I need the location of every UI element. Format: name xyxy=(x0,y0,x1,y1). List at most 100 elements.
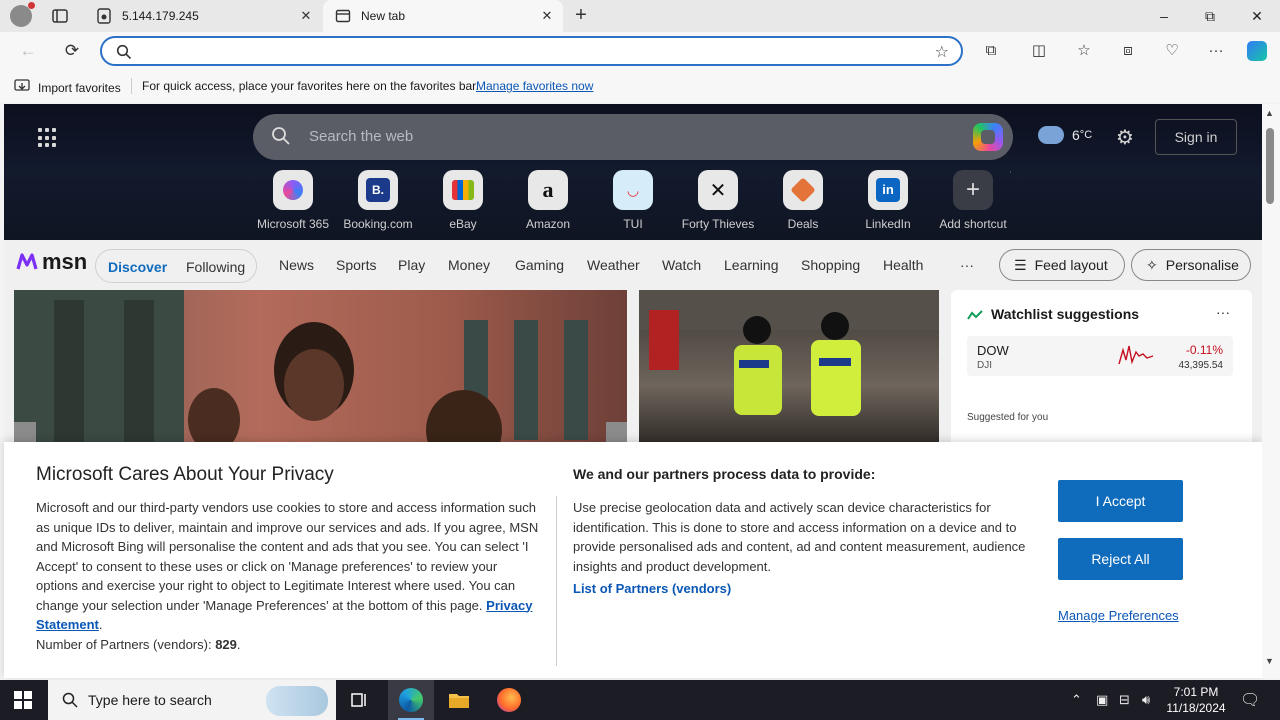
divider xyxy=(131,78,132,94)
stock-row[interactable]: DOW DJI -0.11% 43,395.54 xyxy=(967,336,1233,376)
nav-news[interactable]: News xyxy=(279,257,314,273)
minimize-button[interactable]: – xyxy=(1141,0,1187,32)
copilot-icon[interactable] xyxy=(1247,41,1267,61)
app-launcher-icon[interactable] xyxy=(38,128,58,148)
shortcut-linkedin[interactable]: in LinkedIn xyxy=(848,170,928,231)
network-icon[interactable]: ⊟ xyxy=(1119,692,1130,708)
nav-play[interactable]: Play xyxy=(398,257,425,273)
network-device-icon[interactable]: ▣ xyxy=(1096,692,1108,708)
police-article-image[interactable] xyxy=(639,290,939,450)
scroll-up-icon[interactable]: ▲ xyxy=(1265,108,1274,118)
close-tab-icon[interactable]: ✕ xyxy=(298,8,314,24)
shortcut-forty-thieves[interactable]: ✕ Forty Thieves xyxy=(678,170,758,231)
favorites-icon[interactable]: ☆ xyxy=(1074,41,1094,61)
close-tab-icon[interactable]: ✕ xyxy=(539,8,555,24)
list-of-partners-link[interactable]: List of Partners (vendors) xyxy=(573,581,731,596)
address-bar[interactable]: ☆ xyxy=(100,36,963,66)
shortcut-label: Add shortcut xyxy=(939,217,1007,231)
clock-date: 11/18/2024 xyxy=(1166,701,1226,715)
shortcut-amazon[interactable]: a Amazon xyxy=(508,170,588,231)
nav-shopping[interactable]: Shopping xyxy=(801,257,860,273)
more-menu-icon[interactable]: ··· xyxy=(1206,41,1226,61)
copilot-search-icon[interactable] xyxy=(973,123,1003,151)
import-favorites-button[interactable]: Import favorites xyxy=(14,79,121,96)
settings-gear-icon[interactable]: ⚙ xyxy=(1116,125,1134,150)
windows-start-icon[interactable] xyxy=(14,691,32,709)
firefox-icon[interactable] xyxy=(497,688,521,712)
nav-money[interactable]: Money xyxy=(448,257,490,273)
add-shortcut-button[interactable]: + Add shortcut xyxy=(933,170,1013,231)
tab-title: 5.144.179.245 xyxy=(122,9,199,23)
browser-essentials-icon[interactable]: ♡ xyxy=(1162,41,1182,61)
sign-in-button[interactable]: Sign in xyxy=(1155,119,1237,155)
search-placeholder: Search the web xyxy=(309,128,414,145)
profile-avatar[interactable] xyxy=(10,2,35,27)
tab-discover[interactable]: Discover xyxy=(108,259,167,275)
collections-icon[interactable]: ⧈ xyxy=(1118,41,1138,61)
privacy-body: Microsoft and our third-party vendors us… xyxy=(36,498,542,654)
suggested-label: Suggested for you xyxy=(967,412,1049,423)
favorite-star-icon[interactable]: ☆ xyxy=(935,42,949,62)
volume-icon[interactable]: 🔊︎ xyxy=(1142,692,1150,708)
shortcut-tui[interactable]: ◡ TUI xyxy=(593,170,673,231)
task-view-icon[interactable] xyxy=(348,688,372,712)
feed-layout-button[interactable]: ☰ Feed layout xyxy=(999,249,1125,281)
clock-time: 7:01 PM xyxy=(1173,685,1219,699)
data-processing-body: Use precise geolocation data and activel… xyxy=(573,500,1026,574)
scroll-down-icon[interactable]: ▼ xyxy=(1265,656,1274,666)
nav-gaming[interactable]: Gaming xyxy=(515,257,564,273)
divider xyxy=(556,496,557,666)
microsoft-365-icon xyxy=(273,170,313,210)
show-hidden-icons[interactable]: ⌃ xyxy=(1071,692,1082,708)
system-clock[interactable]: 7:01 PM 11/18/2024 xyxy=(1160,684,1232,716)
file-explorer-icon[interactable] xyxy=(447,688,471,712)
nav-watch[interactable]: Watch xyxy=(662,257,701,273)
nav-sports[interactable]: Sports xyxy=(336,257,376,273)
restore-button[interactable]: ⧉ xyxy=(1187,0,1233,32)
extensions-icon[interactable]: ⧉ xyxy=(981,41,1001,61)
tab-following[interactable]: Following xyxy=(186,259,245,275)
tab-new-tab[interactable]: New tab ✕ xyxy=(323,0,563,32)
reject-all-button[interactable]: Reject All xyxy=(1058,538,1183,580)
notifications-icon[interactable]: 🗨︎ xyxy=(1240,690,1260,710)
tab-actions-icon[interactable] xyxy=(50,6,70,26)
close-window-button[interactable]: ✕ xyxy=(1234,0,1280,32)
page-scrollbar[interactable]: ▲ ▼ xyxy=(1262,104,1280,678)
address-input[interactable] xyxy=(140,42,900,60)
nav-weather[interactable]: Weather xyxy=(587,257,640,273)
hero-article-image[interactable] xyxy=(14,290,627,450)
weather-temp: 6 xyxy=(1072,127,1080,143)
feed-layout-label: Feed layout xyxy=(1034,257,1108,273)
web-search-box[interactable]: Search the web xyxy=(253,114,1013,160)
manage-preferences-link[interactable]: Manage Preferences xyxy=(1058,608,1179,623)
favorites-message: For quick access, place your favorites h… xyxy=(142,79,479,93)
split-screen-icon[interactable]: ◫ xyxy=(1029,41,1049,61)
deals-icon xyxy=(783,170,823,210)
weather-widget[interactable]: 6 °C xyxy=(1038,126,1092,144)
stocks-trend-icon xyxy=(967,308,983,326)
shortcut-booking[interactable]: B. Booking.com xyxy=(338,170,418,231)
watchlist-more-icon[interactable]: ··· xyxy=(1216,304,1230,320)
nav-health[interactable]: Health xyxy=(883,257,923,273)
edge-taskbar-button[interactable] xyxy=(388,680,434,720)
sliders-icon: ☰ xyxy=(1014,256,1027,273)
shortcut-ebay[interactable]: eBay xyxy=(423,170,503,231)
tab-5-144-179-245[interactable]: 5.144.179.245 ✕ xyxy=(84,0,322,32)
shortcut-deals[interactable]: Deals xyxy=(763,170,843,231)
new-tab-button[interactable]: + xyxy=(570,4,592,26)
nav-more-icon[interactable]: ··· xyxy=(960,257,974,273)
accept-button[interactable]: I Accept xyxy=(1058,480,1183,522)
nav-learning[interactable]: Learning xyxy=(724,257,779,273)
refresh-button[interactable]: ⟳ xyxy=(61,40,83,62)
taskbar-search-placeholder: Type here to search xyxy=(88,692,212,708)
personalise-button[interactable]: ✧ Personalise xyxy=(1131,249,1251,281)
scrollbar-thumb[interactable] xyxy=(1266,128,1274,204)
msn-logo[interactable]: msn xyxy=(16,249,87,275)
back-button[interactable]: ← xyxy=(17,40,39,62)
manage-favorites-link[interactable]: Manage favorites now xyxy=(476,79,593,93)
shortcut-label: LinkedIn xyxy=(865,217,911,231)
stock-exchange: DJI xyxy=(977,360,992,371)
taskbar-search-box[interactable]: Type here to search xyxy=(48,680,336,720)
booking-icon: B. xyxy=(358,170,398,210)
shortcut-microsoft-365[interactable]: Microsoft 365 xyxy=(253,170,333,231)
